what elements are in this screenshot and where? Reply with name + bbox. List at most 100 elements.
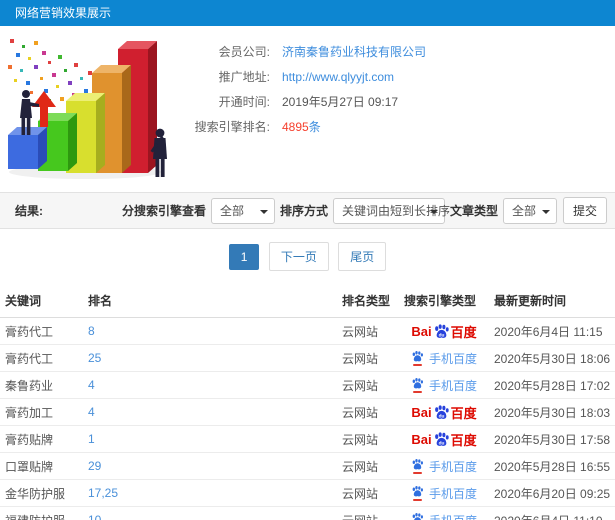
header-updated: 最新更新时间 xyxy=(489,283,615,318)
keyword-cell: 膏药代工 xyxy=(0,344,83,372)
rank-link[interactable]: 4 xyxy=(83,398,337,426)
mobile-baidu-label: 手机百度 xyxy=(428,351,477,366)
results-filter-bar: 结果: 分搜索引擎查看 全部 排序方式 关键词由短到长排序 文章类型 全部 提交 xyxy=(0,192,615,229)
baidu-paw-icon: du xyxy=(434,431,449,446)
rank-link[interactable]: 29 xyxy=(83,452,337,480)
rank-link[interactable]: 25 xyxy=(83,344,337,372)
baidu-paw-icon xyxy=(412,378,423,389)
page-title: 网络营销效果展示 xyxy=(15,6,112,20)
article-type-select[interactable]: 全部 xyxy=(502,197,557,224)
mobile-baidu-logo: 手机百度 xyxy=(411,485,477,502)
keyword-ranking-table: 关键词 排名 排名类型 搜索引擎类型 最新更新时间 膏药代工 8 云网站 Bai du 百… xyxy=(0,283,615,520)
engine-type-cell: Bai du 百度 xyxy=(399,425,489,453)
keyword-cell: 金华防护服 xyxy=(0,479,83,507)
last-page-button[interactable]: 尾页 xyxy=(338,242,387,271)
updated-time-cell: 2020年5月28日 16:55 xyxy=(489,452,615,480)
keyword-cell: 膏药代工 xyxy=(0,317,83,345)
updated-time-cell: 2020年5月30日 18:03 xyxy=(489,398,615,426)
rank-count-number: 4895 xyxy=(282,120,309,134)
mobile-baidu-paw-icon xyxy=(411,458,424,474)
rank-type-cell: 云网站 xyxy=(337,398,399,426)
info-row-company: 会员公司: 济南秦鲁药业科技有限公司 xyxy=(175,39,426,64)
updated-time-cell: 2020年5月28日 17:02 xyxy=(489,371,615,399)
rank-link[interactable]: 4 xyxy=(83,371,337,399)
sort-label: 排序方式 xyxy=(279,204,328,218)
table-row: 口罩贴牌 29 云网站 手机百度 2020年5月28日 16:55 xyxy=(0,452,615,480)
rank-type-cell: 云网站 xyxy=(337,317,399,345)
rank-link[interactable]: 1 xyxy=(83,425,337,453)
company-label: 会员公司: xyxy=(218,45,270,59)
info-row-rank-count: 搜索引擎排名: 4895条 xyxy=(175,114,426,139)
mobile-baidu-label: 手机百度 xyxy=(429,512,477,520)
keyword-cell: 福建防护服 xyxy=(0,506,83,520)
company-name-link[interactable]: 济南秦鲁药业科技有限公司 xyxy=(282,43,426,60)
sort-order-value: 关键词由短到长排序 xyxy=(341,203,450,218)
baidu-paw-icon xyxy=(412,513,423,520)
sort-order-select[interactable]: 关键词由短到长排序 xyxy=(332,197,450,224)
keyword-cell: 秦鲁药业 xyxy=(0,371,83,399)
svg-text:du: du xyxy=(438,413,444,419)
rank-count-unit: 条 xyxy=(308,120,321,134)
baidu-logo-text-right: 百度 xyxy=(450,405,477,421)
mobile-baidu-underline xyxy=(412,391,422,393)
engine-filter-select[interactable]: 全部 xyxy=(210,197,275,224)
rank-type-cell: 云网站 xyxy=(337,506,399,520)
header-engine-type: 搜索引擎类型 xyxy=(399,283,489,318)
marketing-chart-graphic xyxy=(0,31,175,181)
table-row: 膏药加工 4 云网站 Bai du 百度 2020年5月30日 18:03 xyxy=(0,398,615,426)
rank-link[interactable]: 17,25 xyxy=(83,479,337,507)
engine-type-cell: 手机百度 xyxy=(399,452,489,480)
baidu-logo-text-left: Bai xyxy=(411,404,432,420)
mobile-baidu-label: 手机百度 xyxy=(428,459,477,474)
member-info-section: 会员公司: 济南秦鲁药业科技有限公司 推广地址: http://www.qlyy… xyxy=(0,26,615,184)
mobile-baidu-logo: 手机百度 xyxy=(411,512,477,520)
mobile-baidu-underline xyxy=(412,499,422,501)
header-rank-type: 排名类型 xyxy=(337,283,399,318)
rank-count-value: 4895条 xyxy=(282,118,321,135)
window-title-bar: 网络营销效果展示 xyxy=(0,0,615,26)
engine-filter-value: 全部 xyxy=(219,203,244,218)
mobile-baidu-logo: 手机百度 xyxy=(411,350,477,367)
keyword-cell: 膏药贴牌 xyxy=(0,425,83,453)
rank-count-label: 搜索引擎排名: xyxy=(194,120,270,134)
baidu-paw-icon xyxy=(412,351,423,362)
table-row: 膏药代工 25 云网站 手机百度 2020年5月30日 18:06 xyxy=(0,344,615,372)
baidu-logo: Bai du 百度 xyxy=(411,403,476,422)
baidu-logo: Bai du 百度 xyxy=(411,430,476,449)
mobile-baidu-underline xyxy=(412,364,422,366)
mobile-baidu-underline xyxy=(412,472,422,474)
baidu-logo-text-right: 百度 xyxy=(450,432,477,448)
keyword-cell: 口罩贴牌 xyxy=(0,452,83,480)
baidu-paw-icon xyxy=(412,486,423,497)
promo-url-label: 推广地址: xyxy=(218,70,270,84)
rank-link[interactable]: 8 xyxy=(83,317,337,345)
promo-url-link[interactable]: http://www.qlyyjt.com xyxy=(282,70,394,84)
mobile-baidu-paw-icon xyxy=(411,377,424,393)
table-row: 福建防护服10云网站 手机百度 2020年6月4日 11:10 xyxy=(0,506,615,520)
engine-type-cell: 手机百度 xyxy=(399,479,489,507)
pagination: 1 下一页 尾页 xyxy=(0,229,615,283)
updated-time-cell: 2020年5月30日 18:06 xyxy=(489,344,615,372)
table-row: 金华防护服 17,25 云网站 手机百度 2020年6月20日 09:25 xyxy=(0,479,615,507)
engine-type-cell: 手机百度 xyxy=(399,506,489,520)
rank-link[interactable]: 10 xyxy=(83,506,337,520)
engine-type-cell: Bai du 百度 xyxy=(399,398,489,426)
updated-time-cell: 2020年6月4日 11:10 xyxy=(489,506,615,520)
next-page-button[interactable]: 下一页 xyxy=(268,242,329,271)
engine-view-label: 分搜索引擎查看 xyxy=(121,204,206,218)
keyword-cell: 膏药加工 xyxy=(0,398,83,426)
updated-time-cell: 2020年5月30日 17:58 xyxy=(489,425,615,453)
rank-type-cell: 云网站 xyxy=(337,425,399,453)
baidu-paw-icon xyxy=(412,459,423,470)
baidu-logo-text-left: Bai xyxy=(411,431,432,447)
member-info-list: 会员公司: 济南秦鲁药业科技有限公司 推广地址: http://www.qlyy… xyxy=(175,31,426,184)
submit-button[interactable]: 提交 xyxy=(562,197,607,224)
baidu-paw-icon: du xyxy=(434,404,449,419)
table-row: 膏药代工 8 云网站 Bai du 百度 2020年6月4日 11:15 xyxy=(0,317,615,345)
rank-type-cell: 云网站 xyxy=(337,371,399,399)
mobile-baidu-logo: 手机百度 xyxy=(411,458,477,475)
mobile-baidu-paw-icon xyxy=(411,485,424,501)
updated-time-cell: 2020年6月20日 09:25 xyxy=(489,479,615,507)
page-1-button[interactable]: 1 xyxy=(228,244,260,270)
svg-text:du: du xyxy=(438,332,444,338)
